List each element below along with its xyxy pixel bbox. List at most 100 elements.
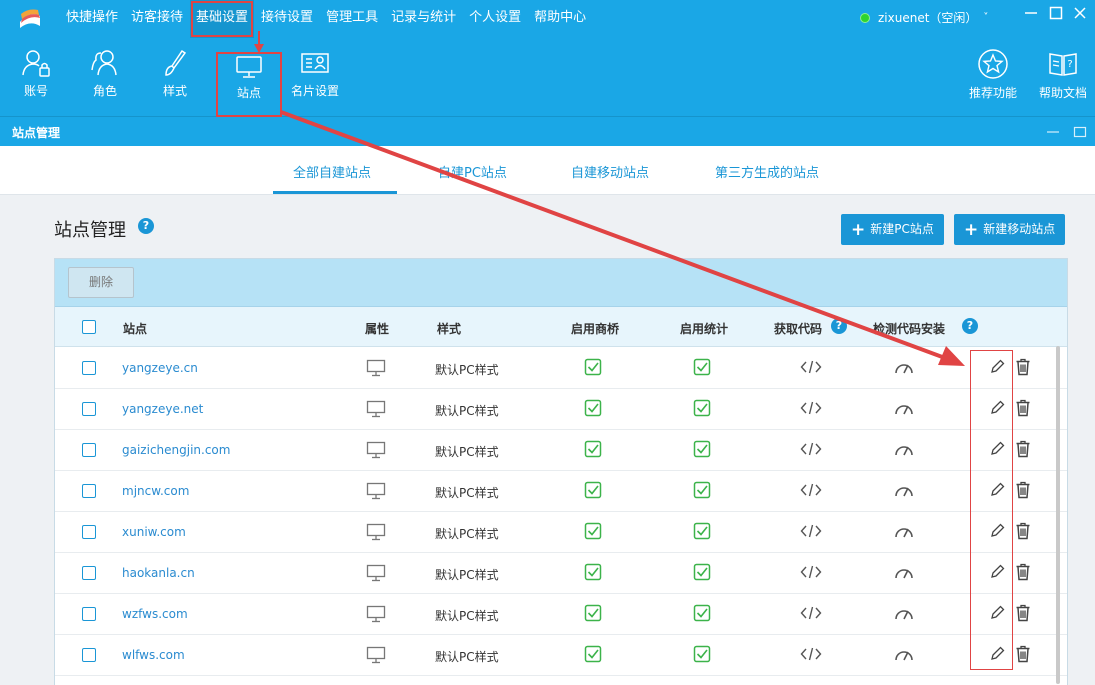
active-tab-indicator xyxy=(273,191,397,194)
shangqiao-enabled-check-icon[interactable] xyxy=(584,399,602,420)
delete-trash-icon[interactable] xyxy=(1015,440,1031,458)
header-style: 样式 xyxy=(437,322,462,336)
shangqiao-enabled-check-icon[interactable] xyxy=(584,440,602,461)
table-row: yangzeye.net 默认PC样式 xyxy=(55,388,1067,430)
tool-style[interactable]: 样式 xyxy=(145,48,205,99)
tool-account[interactable]: 账号 xyxy=(6,48,66,99)
delete-button[interactable]: 删除 xyxy=(68,267,134,298)
menu-reception-settings[interactable]: 接待设置 xyxy=(255,0,319,38)
help-icon[interactable]: ? xyxy=(138,218,154,234)
tab-mobile-sites[interactable]: 自建移动站点 xyxy=(571,162,649,181)
code-icon[interactable] xyxy=(800,564,822,580)
row-checkbox[interactable] xyxy=(82,443,96,457)
detect-code-help-icon[interactable]: ? xyxy=(962,318,978,334)
menu-personal-settings[interactable]: 个人设置 xyxy=(463,0,527,38)
table-scrollbar[interactable] xyxy=(1056,346,1060,684)
menu-visitor-reception[interactable]: 访客接待 xyxy=(125,0,189,38)
shangqiao-enabled-check-icon[interactable] xyxy=(584,645,602,666)
row-checkbox[interactable] xyxy=(82,402,96,416)
tab-third-party-sites[interactable]: 第三方生成的站点 xyxy=(715,162,819,181)
row-checkbox[interactable] xyxy=(82,607,96,621)
tool-role[interactable]: 角色 xyxy=(75,48,135,99)
delete-trash-icon[interactable] xyxy=(1015,358,1031,376)
site-link[interactable]: yangzeye.cn xyxy=(122,361,198,375)
gauge-icon[interactable] xyxy=(894,646,914,662)
menu-help-center[interactable]: 帮助中心 xyxy=(528,0,592,38)
gauge-icon[interactable] xyxy=(894,523,914,539)
gauge-icon[interactable] xyxy=(894,482,914,498)
delete-trash-icon[interactable] xyxy=(1015,399,1031,417)
site-link[interactable]: mjncw.com xyxy=(122,484,189,498)
menu-basic-settings[interactable]: 基础设置 xyxy=(190,0,255,38)
minimize-icon[interactable] xyxy=(1024,6,1038,20)
row-checkbox[interactable] xyxy=(82,361,96,375)
stats-enabled-check-icon[interactable] xyxy=(693,604,711,625)
plus-icon: + xyxy=(851,220,866,240)
new-mobile-site-label: 新建移动站点 xyxy=(983,222,1056,236)
code-icon[interactable] xyxy=(800,605,822,621)
tab-all-sites[interactable]: 全部自建站点 xyxy=(293,162,371,181)
site-link[interactable]: wlfws.com xyxy=(122,648,185,662)
row-checkbox[interactable] xyxy=(82,525,96,539)
pc-monitor-icon xyxy=(366,441,386,459)
code-icon[interactable] xyxy=(800,400,822,416)
shangqiao-enabled-check-icon[interactable] xyxy=(584,522,602,543)
code-icon[interactable] xyxy=(800,359,822,375)
annotation-highlight-box xyxy=(970,350,1013,670)
stats-enabled-check-icon[interactable] xyxy=(693,645,711,666)
get-code-help-icon[interactable]: ? xyxy=(831,318,847,334)
row-checkbox[interactable] xyxy=(82,648,96,662)
site-link[interactable]: haokanla.cn xyxy=(122,566,195,580)
tab-pc-sites[interactable]: 自建PC站点 xyxy=(438,162,507,181)
tool-site[interactable]: 站点 xyxy=(216,52,282,117)
site-link[interactable]: xuniw.com xyxy=(122,525,186,539)
delete-trash-icon[interactable] xyxy=(1015,604,1031,622)
shangqiao-enabled-check-icon[interactable] xyxy=(584,604,602,625)
row-checkbox[interactable] xyxy=(82,566,96,580)
gauge-icon[interactable] xyxy=(894,359,914,375)
shangqiao-enabled-check-icon[interactable] xyxy=(584,358,602,379)
site-link[interactable]: gaizichengjin.com xyxy=(122,443,230,457)
menu-records-stats[interactable]: 记录与统计 xyxy=(385,0,462,38)
code-icon[interactable] xyxy=(800,646,822,662)
gauge-icon[interactable] xyxy=(894,564,914,580)
code-icon[interactable] xyxy=(800,523,822,539)
close-icon[interactable] xyxy=(1073,6,1087,20)
stats-enabled-check-icon[interactable] xyxy=(693,563,711,584)
tool-recommend[interactable]: 推荐功能 xyxy=(963,48,1023,101)
delete-trash-icon[interactable] xyxy=(1015,645,1031,663)
delete-trash-icon[interactable] xyxy=(1015,481,1031,499)
new-mobile-site-button[interactable]: + 新建移动站点 xyxy=(954,214,1066,245)
row-checkbox[interactable] xyxy=(82,484,96,498)
code-icon[interactable] xyxy=(800,441,822,457)
tool-help-doc[interactable]: ? 帮助文档 xyxy=(1033,48,1093,101)
delete-trash-icon[interactable] xyxy=(1015,522,1031,540)
shangqiao-enabled-check-icon[interactable] xyxy=(584,481,602,502)
maximize-icon[interactable] xyxy=(1049,6,1063,20)
function-toolbar: 账号 角色 样式 站点 名片设置 推荐功能 ? 帮助文档 xyxy=(0,38,1095,117)
subwindow-minimize-icon[interactable] xyxy=(1046,125,1060,139)
stats-enabled-check-icon[interactable] xyxy=(693,358,711,379)
gauge-icon[interactable] xyxy=(894,400,914,416)
site-link[interactable]: wzfws.com xyxy=(122,607,188,621)
stats-enabled-check-icon[interactable] xyxy=(693,522,711,543)
delete-trash-icon[interactable] xyxy=(1015,563,1031,581)
stats-enabled-check-icon[interactable] xyxy=(693,440,711,461)
user-status[interactable]: zixuenet（空闲） ˅ xyxy=(860,0,988,36)
gauge-icon[interactable] xyxy=(894,441,914,457)
help-book-icon: ? xyxy=(1049,53,1077,76)
select-all-checkbox[interactable] xyxy=(82,320,96,334)
tool-card[interactable]: 名片设置 xyxy=(285,48,345,99)
gauge-icon[interactable] xyxy=(894,605,914,621)
menu-quick-ops[interactable]: 快捷操作 xyxy=(60,0,124,38)
site-link[interactable]: yangzeye.net xyxy=(122,402,203,416)
brush-icon xyxy=(165,49,187,76)
subwindow-maximize-icon[interactable] xyxy=(1073,125,1087,139)
menu-management-tools[interactable]: 管理工具 xyxy=(320,0,384,38)
new-pc-site-button[interactable]: + 新建PC站点 xyxy=(841,214,944,245)
stats-enabled-check-icon[interactable] xyxy=(693,481,711,502)
code-icon[interactable] xyxy=(800,482,822,498)
stats-enabled-check-icon[interactable] xyxy=(693,399,711,420)
pc-monitor-icon xyxy=(366,482,386,500)
shangqiao-enabled-check-icon[interactable] xyxy=(584,563,602,584)
